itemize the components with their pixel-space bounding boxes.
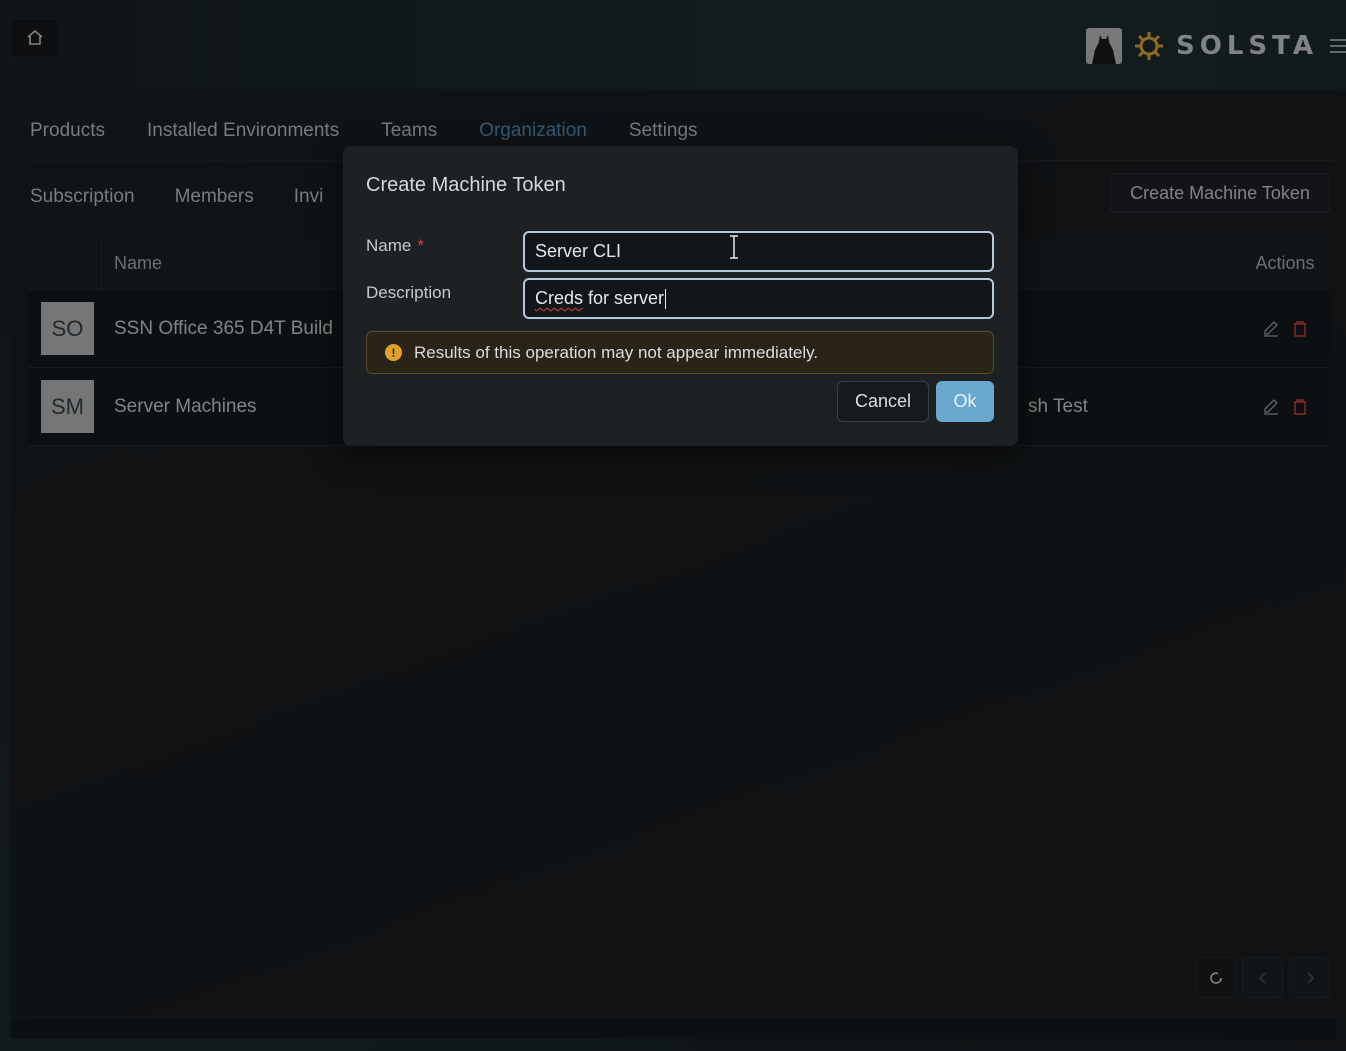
- description-input[interactable]: Creds for server: [523, 278, 994, 319]
- alert-text: Results of this operation may not appear…: [414, 342, 819, 362]
- description-label: Description: [366, 283, 452, 302]
- required-mark: *: [417, 236, 424, 255]
- cancel-button[interactable]: Cancel: [837, 381, 929, 422]
- name-label: Name *: [366, 236, 424, 255]
- warning-icon: !: [385, 344, 402, 361]
- warning-alert: ! Results of this operation may not appe…: [366, 331, 994, 374]
- i-beam-cursor-icon: [730, 235, 738, 259]
- dialog-title: Create Machine Token: [366, 174, 566, 196]
- ok-button[interactable]: Ok: [936, 381, 994, 422]
- misspelled-word: Creds: [535, 288, 584, 308]
- name-input[interactable]: Server CLI: [523, 231, 994, 272]
- text-caret: [665, 288, 667, 309]
- create-machine-token-dialog: Create Machine Token Name * Server CLI De…: [343, 146, 1018, 446]
